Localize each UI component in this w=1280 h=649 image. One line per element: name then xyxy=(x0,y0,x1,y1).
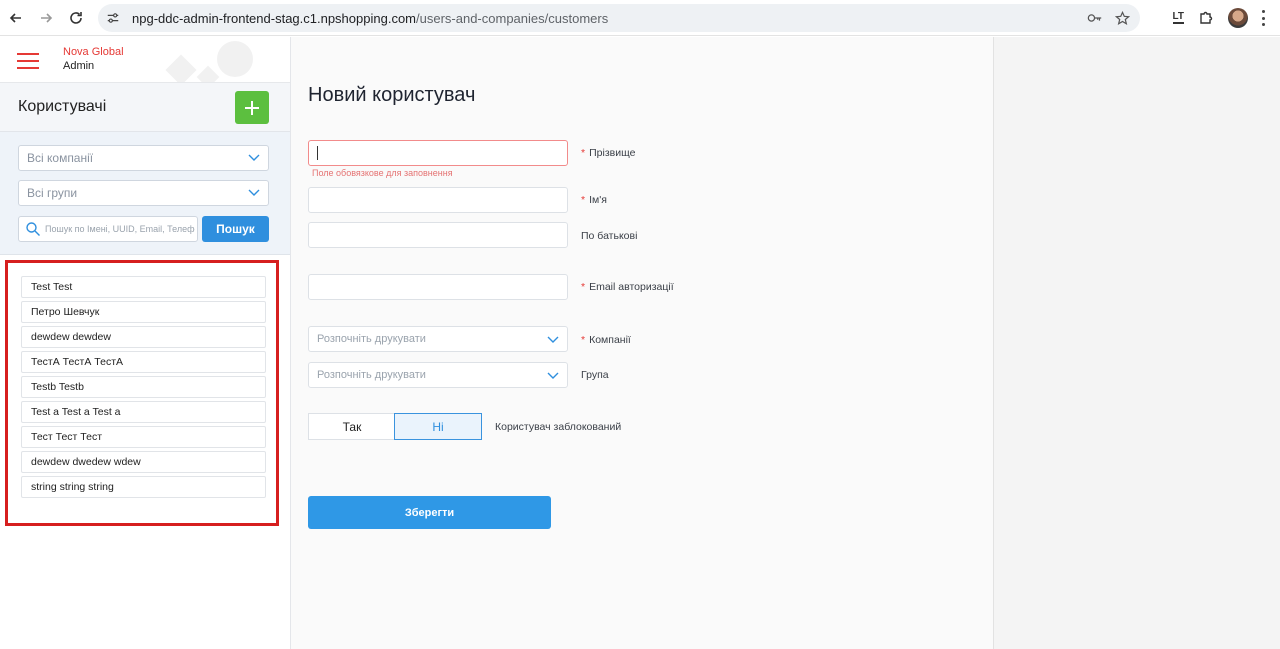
patronymic-label: По батькові xyxy=(581,230,638,242)
groups-filter-select[interactable]: Всі групи xyxy=(18,180,269,206)
surname-error-message: Поле обовязкове для заповнення xyxy=(312,168,453,178)
gear-watermark-icon xyxy=(165,41,253,82)
group-select[interactable]: Розпочніть друкувати xyxy=(308,362,568,388)
back-button[interactable] xyxy=(1,3,31,33)
url-host: npg-ddc-admin-frontend-stag.c1.npshoppin… xyxy=(132,10,417,26)
user-list-item[interactable]: ТестА ТестА ТестА xyxy=(21,351,266,373)
hamburger-menu-icon[interactable] xyxy=(17,52,39,70)
companies-filter-select[interactable]: Всі компанії xyxy=(18,145,269,171)
save-button[interactable]: Зберегти xyxy=(308,496,551,529)
chevron-down-icon xyxy=(547,336,559,343)
user-list-item[interactable]: string string string xyxy=(21,476,266,498)
arrow-left-icon xyxy=(9,12,21,23)
reload-button[interactable] xyxy=(61,3,91,33)
user-list-item[interactable]: dewdew dewdew xyxy=(21,326,266,348)
languagetool-extension-icon[interactable]: LT xyxy=(1172,12,1184,24)
add-user-button[interactable] xyxy=(235,91,269,124)
chevron-down-icon xyxy=(547,372,559,379)
forward-button[interactable] xyxy=(31,3,61,33)
group-placeholder: Розпочніть друкувати xyxy=(317,369,426,381)
new-user-form: Новий користувач Поле обовязкове для зап… xyxy=(291,37,993,649)
group-label: Група xyxy=(581,369,609,381)
page-title: Новий користувач xyxy=(308,84,476,106)
user-list-item[interactable]: Петро Шевчук xyxy=(21,301,266,323)
url-path: /users-and-companies/customers xyxy=(416,10,609,26)
text-caret xyxy=(317,146,318,160)
name-input[interactable] xyxy=(308,187,568,213)
companies-select[interactable]: Розпочніть друкувати xyxy=(308,326,568,352)
required-mark: * xyxy=(581,281,586,293)
required-mark: * xyxy=(581,147,586,159)
users-sidebar: Nova Global Admin Користувачі Всі компан… xyxy=(0,37,291,649)
blocked-yes-toggle[interactable]: Так xyxy=(308,413,395,440)
brand-name: Nova Global xyxy=(63,46,124,58)
chevron-down-icon xyxy=(248,189,260,196)
browser-toolbar: npg-ddc-admin-frontend-stag.c1.npshoppin… xyxy=(0,0,1280,36)
site-info-icon[interactable] xyxy=(106,11,124,25)
companies-placeholder: Розпочніть друкувати xyxy=(317,333,426,345)
email-input[interactable] xyxy=(308,274,568,300)
companies-filter-value: Всі компанії xyxy=(27,151,94,165)
email-label: * Email авторизації xyxy=(581,281,674,293)
browser-menu-icon[interactable] xyxy=(1262,10,1266,26)
plus-icon xyxy=(245,100,259,115)
address-bar[interactable]: npg-ddc-admin-frontend-stag.c1.npshoppin… xyxy=(98,4,1140,32)
required-mark: * xyxy=(581,334,586,346)
blocked-no-toggle[interactable]: Ні xyxy=(394,413,482,440)
extensions-puzzle-icon[interactable] xyxy=(1198,10,1214,26)
name-label: * Ім'я xyxy=(581,194,607,206)
arrow-right-icon xyxy=(41,12,53,23)
surname-label-text: Прізвище xyxy=(589,147,636,159)
required-mark: * xyxy=(581,194,586,206)
name-label-text: Ім'я xyxy=(589,194,607,206)
patronymic-input[interactable] xyxy=(308,222,568,248)
filters-panel: Всі компанії Всі групи Пошук xyxy=(0,132,290,255)
user-list-item[interactable]: Test a Test a Test a xyxy=(21,401,266,423)
key-icon[interactable] xyxy=(1087,12,1103,24)
surname-label: * Прізвище xyxy=(581,147,635,159)
search-icon xyxy=(26,222,40,236)
profile-avatar[interactable] xyxy=(1228,8,1248,28)
email-label-text: Email авторизації xyxy=(589,281,674,293)
brand-role: Admin xyxy=(63,60,95,72)
users-list: Test Test Петро Шевчук dewdew dewdew ТестА … xyxy=(21,276,266,501)
user-list-item[interactable]: Testb Testb xyxy=(21,376,266,398)
user-list-item[interactable]: Тест Тест Тест xyxy=(21,426,266,448)
search-button[interactable]: Пошук xyxy=(202,216,269,242)
sidebar-header: Користувачі xyxy=(0,83,290,132)
brand-header: Nova Global Admin xyxy=(0,37,290,83)
companies-label: * Компанії xyxy=(581,334,631,346)
star-icon[interactable] xyxy=(1115,10,1130,26)
companies-label-text: Компанії xyxy=(589,334,631,346)
groups-filter-value: Всі групи xyxy=(27,186,78,200)
right-panel xyxy=(993,37,1280,649)
user-list-item[interactable]: dewdew dwedew wdew xyxy=(21,451,266,473)
search-field[interactable] xyxy=(18,216,198,242)
url-text: npg-ddc-admin-frontend-stag.c1.npshoppin… xyxy=(132,11,608,26)
surname-input[interactable] xyxy=(308,140,568,166)
blocked-label: Користувач заблокований xyxy=(495,421,622,433)
search-input[interactable] xyxy=(45,224,195,234)
sidebar-title: Користувачі xyxy=(18,98,107,115)
chevron-down-icon xyxy=(248,154,260,161)
reload-icon xyxy=(70,11,82,24)
user-list-item[interactable]: Test Test xyxy=(21,276,266,298)
